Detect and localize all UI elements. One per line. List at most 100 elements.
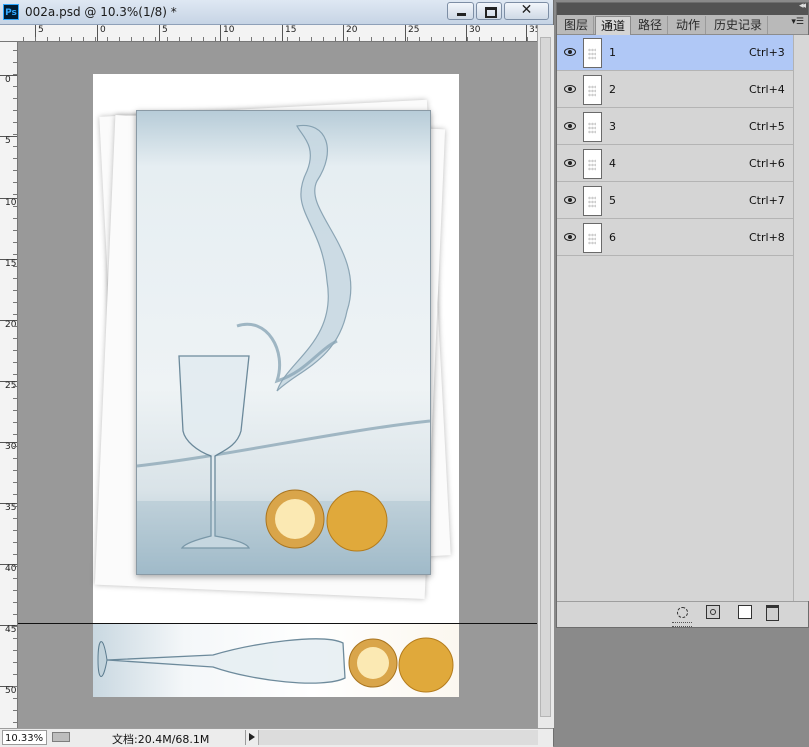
ruler-tick xyxy=(13,482,17,483)
channel-shortcut: Ctrl+6 xyxy=(749,157,785,170)
ruler-tick xyxy=(13,230,17,231)
ruler-tick xyxy=(13,158,17,159)
ruler-tick xyxy=(251,37,252,41)
tab-paths[interactable]: 路径 xyxy=(633,16,669,34)
ruler-tick xyxy=(13,290,17,291)
eye-icon[interactable] xyxy=(564,159,576,167)
tab-channels[interactable]: 通道 xyxy=(595,16,632,35)
ruler-tick xyxy=(13,74,17,75)
ruler-tick xyxy=(13,362,17,363)
tab-history[interactable]: 历史记录 xyxy=(709,16,769,34)
ruler-tick xyxy=(13,530,17,531)
horizontal-ruler[interactable]: 5 0 5 10 15 20 25 30 35 xyxy=(0,25,537,42)
tab-layers[interactable]: 图层 xyxy=(559,16,595,34)
ruler-tick xyxy=(13,614,17,615)
channel-row[interactable]: 5 Ctrl+7 xyxy=(557,183,793,219)
document-size: 文档:20.4M/68.1M xyxy=(112,733,210,746)
channel-row[interactable]: 3 Ctrl+5 xyxy=(557,109,793,145)
channel-row[interactable]: 2 Ctrl+4 xyxy=(557,72,793,108)
document-title: 002a.psd @ 10.3%(1/8) * xyxy=(25,5,177,19)
load-selection-icon[interactable] xyxy=(677,607,688,618)
ruler-tick xyxy=(13,350,17,351)
ruler-tick xyxy=(167,37,168,41)
ruler-tick xyxy=(13,554,17,555)
status-arrow-icon[interactable] xyxy=(245,730,258,745)
eye-icon[interactable] xyxy=(564,122,576,130)
ruler-tick xyxy=(455,37,456,41)
guide-line[interactable] xyxy=(18,623,537,624)
ruler-tick xyxy=(13,674,17,675)
eye-icon[interactable] xyxy=(564,48,576,56)
ruler-tick xyxy=(13,278,17,279)
title-bar[interactable]: Ps 002a.psd @ 10.3%(1/8) * ✕ xyxy=(0,0,553,25)
ruler-tick xyxy=(335,37,336,41)
ruler-tick xyxy=(13,146,17,147)
ruler-tick xyxy=(13,566,17,567)
ruler-tick xyxy=(143,37,144,41)
ruler-tick xyxy=(13,254,17,255)
scrollbar-thumb[interactable] xyxy=(540,37,551,717)
vertical-scrollbar[interactable] xyxy=(537,25,554,728)
channel-shortcut: Ctrl+3 xyxy=(749,46,785,59)
ruler-tick xyxy=(13,542,17,543)
canvas-area[interactable] xyxy=(18,42,537,728)
channel-row[interactable]: 4 Ctrl+6 xyxy=(557,146,793,182)
save-selection-icon[interactable] xyxy=(706,605,720,619)
horizontal-scrollbar[interactable] xyxy=(258,730,538,745)
ruler-tick xyxy=(287,37,288,41)
ruler-tick xyxy=(13,50,17,51)
ruler-tick xyxy=(323,37,324,41)
ruler-tick xyxy=(13,638,17,639)
ruler-tick xyxy=(13,242,17,243)
collapse-icon[interactable]: ◂◂ xyxy=(799,1,806,11)
channel-name: 4 xyxy=(609,157,616,170)
ruler-tick xyxy=(13,98,17,99)
channel-row[interactable]: 1 Ctrl+3 xyxy=(557,35,793,71)
panel-scrollbar[interactable] xyxy=(793,35,809,601)
strip-illustration xyxy=(97,637,454,693)
ruler-label: 5 xyxy=(0,136,17,146)
tab-actions[interactable]: 动作 xyxy=(671,16,707,34)
eye-icon[interactable] xyxy=(564,233,576,241)
ruler-tick xyxy=(13,698,17,699)
channel-thumbnail xyxy=(583,186,602,216)
channel-row[interactable]: 6 Ctrl+8 xyxy=(557,220,793,256)
eye-icon[interactable] xyxy=(564,85,576,93)
ruler-tick xyxy=(13,602,17,603)
channel-thumbnail xyxy=(583,75,602,105)
ruler-tick xyxy=(23,37,24,41)
eye-icon[interactable] xyxy=(564,196,576,204)
ruler-tick xyxy=(467,37,468,41)
ruler-tick xyxy=(13,434,17,435)
ruler-tick xyxy=(347,37,348,41)
ruler-tick xyxy=(47,37,48,41)
ruler-tick xyxy=(95,37,96,41)
status-bar: 10.33% 文档:20.4M/68.1M xyxy=(0,728,553,747)
maximize-button[interactable] xyxy=(476,2,502,20)
channel-thumbnail xyxy=(583,38,602,68)
ruler-tick xyxy=(13,422,17,423)
new-channel-icon[interactable] xyxy=(738,605,752,619)
panel-menu-icon[interactable]: ▾☰ xyxy=(791,17,804,27)
minimize-button[interactable] xyxy=(447,2,474,20)
ruler-tick xyxy=(13,590,17,591)
close-button[interactable]: ✕ xyxy=(504,2,549,20)
ruler-tick xyxy=(13,134,17,135)
channel-thumbnail xyxy=(583,149,602,179)
panel-resize-grip[interactable] xyxy=(672,622,692,627)
channel-shortcut: Ctrl+4 xyxy=(749,83,785,96)
ruler-tick xyxy=(491,37,492,41)
ruler-tick xyxy=(239,37,240,41)
delete-channel-icon[interactable] xyxy=(766,605,779,621)
ruler-tick xyxy=(155,37,156,41)
vertical-ruler[interactable]: 0 5 10 15 20 25 30 35 40 45 50 xyxy=(0,42,18,728)
panel-header[interactable]: ◂◂ xyxy=(557,1,808,15)
ruler-tick xyxy=(13,650,17,651)
ruler-tick xyxy=(203,37,204,41)
ruler-tick xyxy=(13,626,17,627)
zoom-field[interactable]: 10.33% xyxy=(2,730,47,745)
ruler-tick xyxy=(443,37,444,41)
ruler-label: 15 xyxy=(0,259,17,269)
ruler-label: 0 xyxy=(0,75,17,85)
status-menu-icon[interactable] xyxy=(52,732,70,742)
